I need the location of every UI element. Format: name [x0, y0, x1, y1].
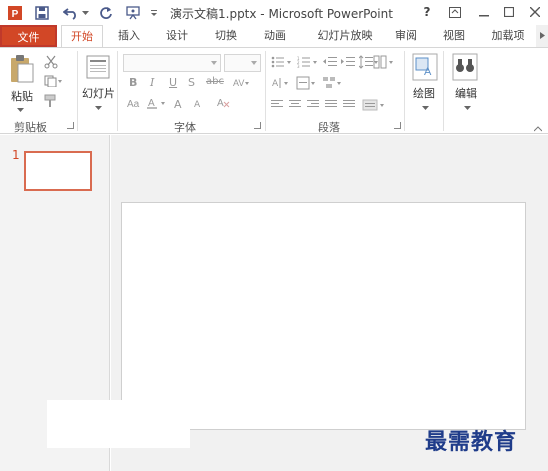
- font-size-combo[interactable]: [224, 54, 261, 72]
- group-divider: [117, 51, 118, 131]
- strikethrough-button[interactable]: abc: [206, 76, 224, 87]
- ribbon-home: 粘贴 剪贴板 幻灯片 B I U S abc AV Aa A A A A 字体 …: [0, 47, 548, 134]
- columns-icon[interactable]: [373, 55, 395, 72]
- ribbon-tabs: 文件 开始 插入 设计 切换 动画 幻灯片放映 审阅 视图 加载项: [0, 25, 548, 47]
- tab-slide-show[interactable]: 幻灯片放映: [307, 25, 383, 47]
- distributed-icon[interactable]: [343, 100, 355, 110]
- align-right-icon[interactable]: [307, 100, 319, 110]
- help-button[interactable]: ?: [417, 3, 437, 21]
- editing-binoculars-icon[interactable]: [452, 53, 478, 84]
- paragraph-spacing-icon[interactable]: [362, 98, 386, 115]
- tab-addins[interactable]: 加载项: [484, 25, 532, 47]
- slide-canvas[interactable]: [121, 202, 526, 430]
- group-divider: [77, 51, 78, 131]
- maximize-icon[interactable]: [499, 3, 519, 21]
- svg-text:A: A: [217, 98, 224, 109]
- tab-view[interactable]: 视图: [436, 25, 472, 47]
- align-text-icon[interactable]: [296, 76, 318, 93]
- clipboard-launcher-icon[interactable]: [67, 122, 74, 129]
- text-direction-icon[interactable]: A: [271, 76, 291, 93]
- undo-dropdown-icon[interactable]: [80, 4, 90, 22]
- format-painter-icon[interactable]: [44, 94, 58, 111]
- new-slide-icon[interactable]: [86, 55, 110, 82]
- blank-overlay: [47, 400, 190, 448]
- svg-text:Aa: Aa: [127, 99, 140, 109]
- font-size-shrink-button[interactable]: A: [194, 100, 200, 110]
- clipboard-group-label: 剪贴板: [14, 121, 47, 134]
- drawing-button[interactable]: 绘图: [413, 85, 435, 101]
- paste-icon[interactable]: [9, 54, 35, 87]
- numbering-icon[interactable]: 123: [297, 56, 319, 71]
- tab-transitions[interactable]: 切换: [207, 25, 245, 47]
- collapse-ribbon-icon[interactable]: [533, 122, 543, 135]
- customize-qat-icon[interactable]: [148, 4, 160, 22]
- font-group-label: 字体: [174, 121, 196, 134]
- close-icon[interactable]: [525, 3, 545, 21]
- align-center-icon[interactable]: [289, 100, 301, 110]
- svg-text:A: A: [424, 66, 432, 78]
- title-bar: P 演示文稿1.pptx - Microsoft PowerPoint ?: [0, 0, 548, 25]
- tab-design[interactable]: 设计: [158, 25, 196, 47]
- paragraph-group-label: 段落: [318, 121, 340, 134]
- group-divider: [265, 51, 266, 131]
- font-color-icon[interactable]: A: [147, 97, 171, 112]
- group-divider: [443, 51, 444, 131]
- cut-icon[interactable]: [44, 55, 58, 72]
- tab-animations[interactable]: 动画: [256, 25, 294, 47]
- editing-dropdown-icon[interactable]: [464, 101, 471, 114]
- font-name-dropdown-icon: [211, 61, 217, 65]
- tab-file[interactable]: 文件: [0, 25, 57, 47]
- paste-dropdown-icon[interactable]: [17, 103, 24, 116]
- start-from-beginning-icon[interactable]: [124, 4, 142, 22]
- new-slide-dropdown-icon[interactable]: [95, 101, 102, 114]
- character-spacing-icon[interactable]: AV: [232, 77, 250, 92]
- bold-button[interactable]: B: [129, 76, 137, 89]
- svg-text:3: 3: [297, 64, 300, 68]
- svg-text:P: P: [12, 9, 19, 20]
- ribbon-display-options-icon[interactable]: [445, 3, 465, 21]
- powerpoint-logo-icon[interactable]: P: [6, 4, 24, 22]
- font-launcher-icon[interactable]: [254, 122, 261, 129]
- tab-home[interactable]: 开始: [61, 25, 103, 47]
- paste-button[interactable]: 粘贴: [11, 88, 33, 104]
- underline-button[interactable]: U: [169, 76, 177, 89]
- change-case-icon[interactable]: Aa: [127, 97, 145, 112]
- font-size-dropdown-icon: [251, 61, 257, 65]
- bullets-icon[interactable]: [271, 56, 293, 71]
- new-slide-button[interactable]: 幻灯片: [82, 85, 115, 101]
- font-size-grow-button[interactable]: A: [174, 98, 182, 111]
- drawing-icon[interactable]: A: [412, 53, 438, 84]
- slide-thumbnail[interactable]: [24, 151, 92, 191]
- tab-scroll-right-icon[interactable]: [536, 25, 548, 47]
- save-icon[interactable]: [33, 4, 51, 22]
- svg-text:AV: AV: [233, 78, 244, 88]
- drawing-dropdown-icon[interactable]: [422, 101, 429, 114]
- tab-insert[interactable]: 插入: [110, 25, 148, 47]
- editing-button[interactable]: 编辑: [455, 85, 477, 101]
- watermark-text: 最需教育: [425, 429, 518, 455]
- convert-smartart-icon[interactable]: [322, 76, 344, 93]
- redo-icon[interactable]: [97, 4, 115, 22]
- text-shadow-button[interactable]: S: [188, 76, 195, 89]
- window-title: 演示文稿1.pptx - Microsoft PowerPoint: [170, 7, 393, 21]
- clear-formatting-icon[interactable]: A: [216, 96, 230, 113]
- group-divider: [404, 51, 405, 131]
- font-name-combo[interactable]: [123, 54, 221, 72]
- paragraph-launcher-icon[interactable]: [394, 122, 401, 129]
- svg-text:A: A: [272, 79, 279, 89]
- decrease-indent-icon[interactable]: [323, 56, 337, 71]
- powerpoint-window: P 演示文稿1.pptx - Microsoft PowerPoint ? 文件…: [0, 0, 548, 471]
- tab-review[interactable]: 审阅: [388, 25, 424, 47]
- copy-icon[interactable]: [44, 75, 62, 90]
- undo-icon[interactable]: [62, 4, 80, 22]
- justify-icon[interactable]: [325, 100, 337, 110]
- align-left-icon[interactable]: [271, 100, 283, 110]
- italic-button[interactable]: I: [150, 76, 154, 89]
- slide-number: 1: [12, 148, 20, 162]
- increase-indent-icon[interactable]: [341, 56, 355, 71]
- minimize-icon[interactable]: [474, 3, 494, 21]
